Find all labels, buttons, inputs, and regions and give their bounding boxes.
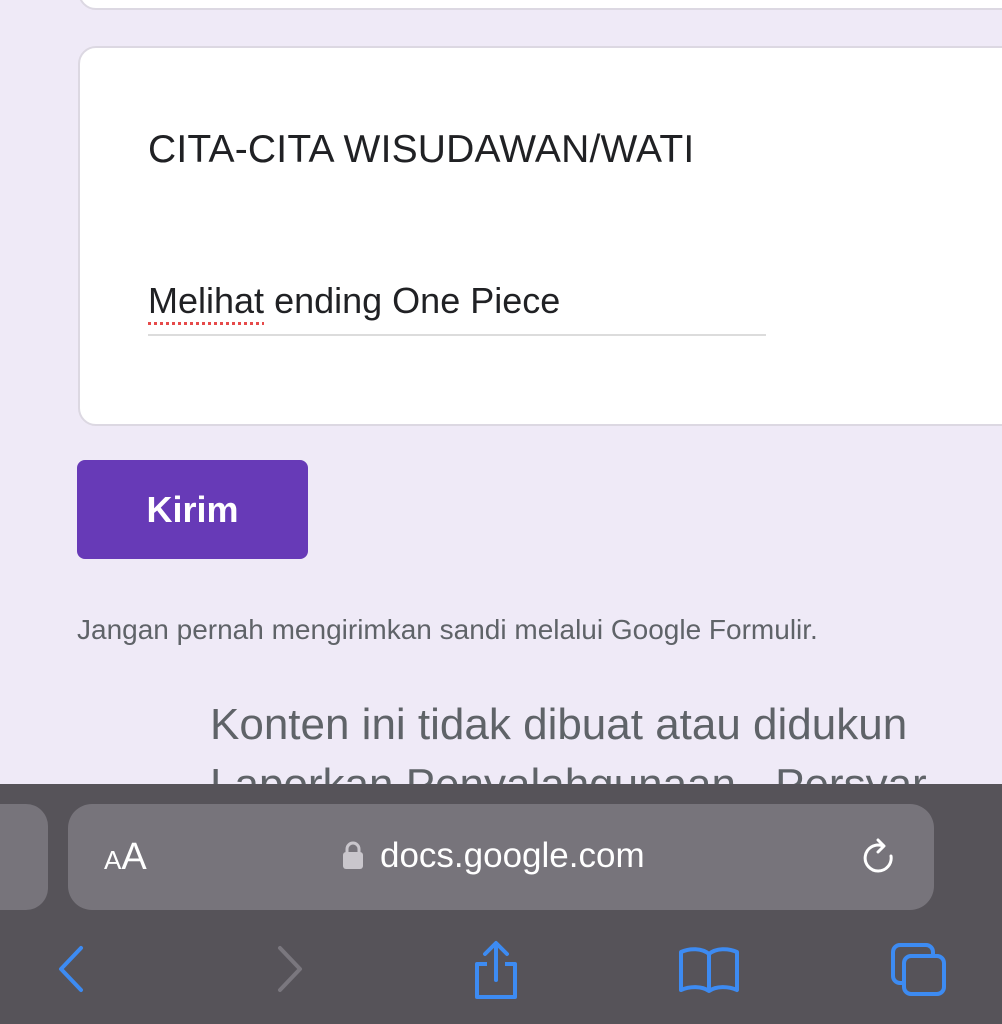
reload-icon[interactable] <box>860 838 898 878</box>
forward-icon[interactable] <box>274 944 306 994</box>
submit-button[interactable]: Kirim <box>77 460 308 559</box>
browser-toolbar: AA docs.google.com <box>0 784 1002 1024</box>
text-size-button[interactable]: AA <box>104 836 147 879</box>
password-warning: Jangan pernah mengirimkan sandi melalui … <box>77 614 818 645</box>
answer-text[interactable]: Melihat ending One Piece <box>148 280 560 322</box>
bookmarks-icon[interactable] <box>678 944 740 994</box>
url-text[interactable]: docs.google.com <box>380 836 645 876</box>
answer-field[interactable]: Melihat ending One Piece <box>148 274 766 336</box>
back-icon[interactable] <box>55 944 87 994</box>
text-size-big: A <box>121 836 147 878</box>
tabs-icon[interactable] <box>890 942 948 998</box>
question-card: CITA-CITA WISUDAWAN/WATI Melihat ending … <box>78 46 1002 426</box>
lock-icon <box>343 841 363 869</box>
previous-tab-pill[interactable] <box>0 804 48 910</box>
footer-disclaimer: Konten ini tidak dibuat atau didukun <box>210 700 908 749</box>
address-bar[interactable]: AA docs.google.com <box>68 804 934 910</box>
question-title: CITA-CITA WISUDAWAN/WATI <box>148 128 695 171</box>
text-size-small: A <box>104 845 122 875</box>
answer-rest: ending One Piece <box>264 280 561 321</box>
share-icon[interactable] <box>470 940 522 1000</box>
page: CITA-CITA WISUDAWAN/WATI Melihat ending … <box>0 0 1002 1024</box>
previous-question-card <box>78 0 1002 10</box>
misspelled-word: Melihat <box>148 280 265 321</box>
